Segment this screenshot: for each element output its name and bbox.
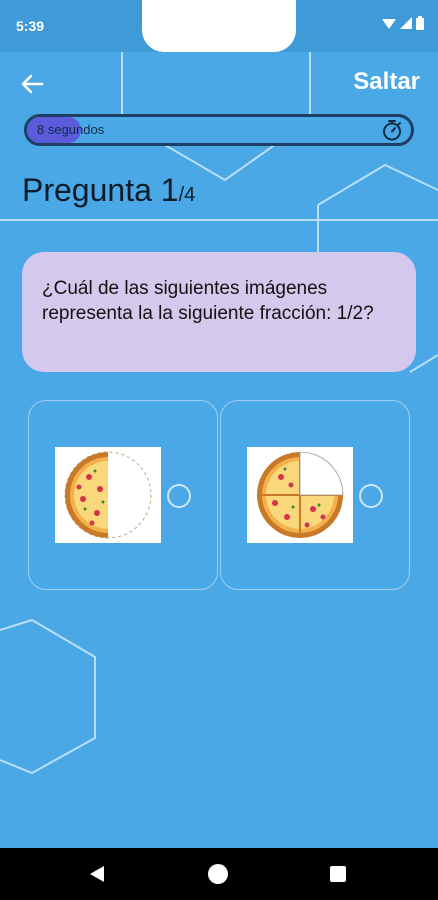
battery-icon	[416, 16, 424, 30]
question-card: ¿Cuál de las siguientes imágenes represe…	[22, 252, 416, 372]
question-title: Pregunta 1/4	[22, 172, 195, 209]
question-text: ¿Cuál de las siguientes imágenes represe…	[42, 278, 374, 324]
timer-label: 8 segundos	[37, 122, 105, 137]
status-icons	[382, 16, 424, 30]
nav-home-icon[interactable]	[208, 864, 228, 884]
option-radio-half[interactable]	[167, 484, 191, 508]
system-navigation-bar	[0, 848, 438, 900]
stopwatch-icon	[383, 120, 401, 141]
back-arrow-icon[interactable]	[18, 70, 46, 98]
status-time: 5:39	[16, 18, 45, 34]
answer-option-three-quarters[interactable]	[220, 400, 410, 590]
question-total: /4	[178, 184, 196, 206]
status-bar: 5:39	[0, 0, 438, 52]
nav-recents-icon[interactable]	[330, 866, 346, 882]
cellular-signal-icon	[400, 17, 412, 29]
wifi-icon	[382, 19, 396, 29]
question-number: Pregunta 1	[22, 172, 179, 208]
half-pizza-image	[55, 447, 161, 543]
answer-option-half[interactable]	[28, 400, 218, 590]
timer-progress-bar: 8 segundos	[24, 114, 414, 146]
nav-back-icon[interactable]	[88, 864, 106, 884]
skip-button[interactable]: Saltar	[353, 68, 420, 96]
option-radio-three-quarters[interactable]	[359, 484, 383, 508]
camera-notch	[142, 0, 296, 52]
three-quarter-pizza-image	[247, 447, 353, 543]
